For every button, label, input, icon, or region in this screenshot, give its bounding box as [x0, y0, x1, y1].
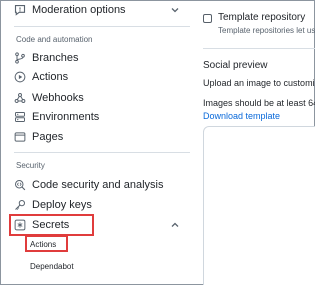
section-heading-security: Security	[16, 161, 45, 170]
sidebar-item-label: Webhooks	[32, 92, 84, 104]
highlight-box-actions	[25, 235, 68, 252]
browser-icon	[14, 131, 26, 143]
report-icon	[14, 4, 26, 16]
server-icon	[14, 111, 26, 123]
download-template-link[interactable]: Download template	[203, 111, 280, 121]
sidebar-item-pages[interactable]: Pages	[14, 127, 63, 147]
sidebar-divider	[14, 152, 190, 153]
highlight-box-secrets	[9, 214, 94, 236]
sidebar-item-label: Environments	[32, 111, 100, 123]
sidebar-item-deploy-keys[interactable]: Deploy keys	[14, 195, 92, 215]
section-heading-code-automation: Code and automation	[16, 35, 93, 44]
sidebar-item-label: Branches	[32, 52, 79, 64]
git-branch-icon	[14, 52, 26, 64]
template-repository-title: Template repository	[218, 12, 306, 23]
social-preview-size-text: Images should be at least 640×320px (128…	[203, 98, 315, 108]
sidebar-subitem-dependabot-secrets[interactable]: Dependabot	[30, 262, 74, 271]
sidebar-item-actions[interactable]: Actions	[14, 67, 68, 87]
sidebar-divider	[14, 26, 190, 27]
sidebar-item-webhooks[interactable]: Webhooks	[14, 88, 84, 108]
social-preview-upload-text: Upload an image to customize your reposi…	[203, 78, 315, 88]
codescan-icon	[14, 179, 26, 191]
sidebar-item-label: Moderation options	[32, 4, 126, 16]
sidebar-item-code-security[interactable]: Code security and analysis	[14, 175, 163, 195]
settings-main: Template repository Template repositorie…	[190, 0, 315, 285]
sidebar-item-label: Deploy keys	[32, 199, 92, 211]
key-icon	[14, 199, 26, 211]
sidebar-item-label: Actions	[32, 71, 69, 83]
chevron-up-icon[interactable]	[170, 220, 180, 230]
social-preview-image-box[interactable]	[203, 126, 315, 285]
play-icon	[14, 71, 26, 83]
sidebar-item-label: Pages	[32, 131, 64, 143]
template-repository-description: Template repositories let users generate…	[218, 26, 315, 35]
settings-sidebar: Moderation options Code and automation B…	[0, 0, 190, 285]
sidebar-item-branches[interactable]: Branches	[14, 48, 78, 68]
section-divider	[203, 48, 315, 49]
sidebar-item-environments[interactable]: Environments	[14, 107, 99, 127]
template-repository-checkbox[interactable]	[203, 14, 212, 23]
sidebar-item-label: Code security and analysis	[32, 179, 164, 191]
chevron-down-icon[interactable]	[170, 5, 180, 15]
webhook-icon	[14, 92, 26, 104]
sidebar-item-moderation-options[interactable]: Moderation options	[14, 0, 126, 20]
social-preview-title: Social preview	[203, 60, 268, 71]
